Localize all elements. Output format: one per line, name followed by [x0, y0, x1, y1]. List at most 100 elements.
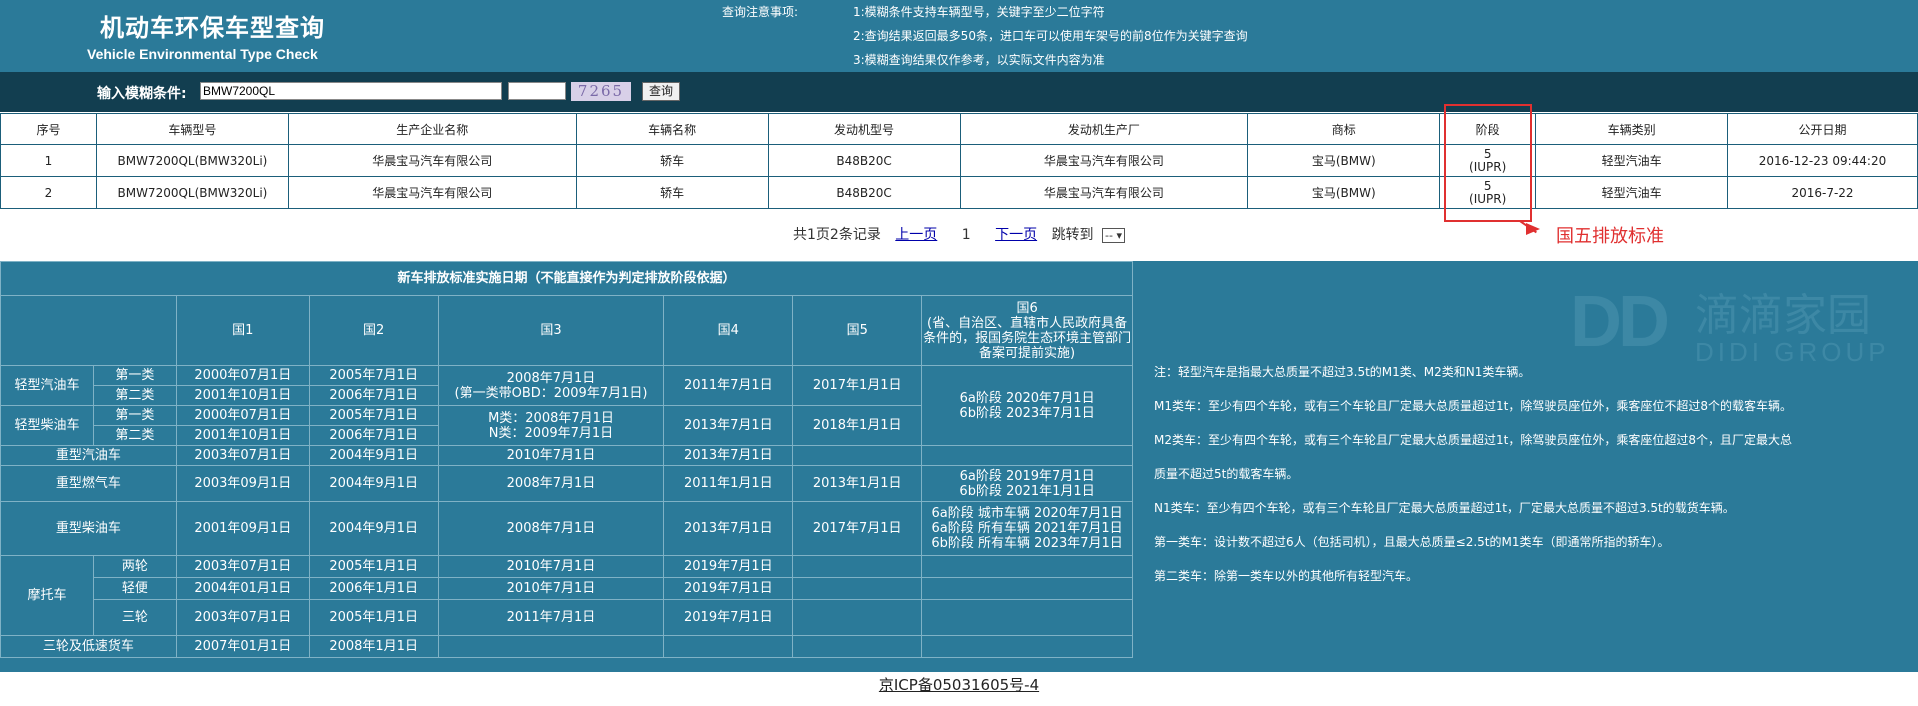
std-cell: [792, 599, 923, 636]
cell-engine-model: B48B20C: [767, 144, 961, 177]
results-header-row: 序号 车辆型号 生产企业名称 车辆名称 发动机型号 发动机生产厂 商标 阶段 车…: [0, 113, 1918, 145]
std-col-guo3: 国3: [437, 295, 665, 366]
std-cell-line: 6a阶段 所有车辆 2021年7月1日: [931, 521, 1123, 536]
site-subtitle: Vehicle Environmental Type Check: [87, 46, 318, 62]
std-cell-light-guo6: 6a阶段 2020年7月1日 6b阶段 2023年7月1日: [921, 365, 1133, 446]
class-2-label: 第二类: [92, 385, 177, 406]
std-cell-line: M类：2008年7月1日: [488, 410, 614, 426]
std-cell: 2005年1月1日: [308, 555, 439, 578]
std-cell-line: N类：2009年7月1日: [488, 425, 614, 441]
note-2: 2:查询结果返回最多50条，进口车可以使用车架号的前8位作为关键字查询: [853, 29, 1248, 43]
table-row[interactable]: 2 BMW7200QL(BMW320Li) 华晨宝马汽车有限公司 轿车 B48B…: [0, 176, 1918, 209]
std-cell: 6a阶段 城市车辆 2020年7月1日 6a阶段 所有车辆 2021年7月1日 6b…: [921, 501, 1133, 556]
jump-page-select[interactable]: -- ▾: [1102, 228, 1125, 243]
std-cell: M类：2008年7月1日 N类：2009年7月1日: [437, 405, 665, 446]
std-cell: 2005年7月1日: [308, 405, 439, 426]
col-header-category: 车辆类别: [1535, 113, 1729, 145]
standards-title: 新车排放标准实施日期（不能直接作为判定排放阶段依据）: [0, 261, 1133, 296]
std-cell: 2019年7月1日: [663, 555, 794, 578]
table-row[interactable]: 1 BMW7200QL(BMW320Li) 华晨宝马汽车有限公司 轿车 B48B…: [0, 144, 1918, 177]
std-cell: [921, 599, 1133, 636]
note-line: N1类车：至少有四个车轮，或有三个车轮且厂定最大总质量超过1t，厂定最大总质量不…: [1154, 501, 1735, 515]
annotation-text: 国五排放标准: [1556, 226, 1664, 247]
note-line: 质量不超过5t的载客车辆。: [1154, 467, 1299, 481]
std-cell: 2000年07月1日: [175, 365, 310, 386]
col-header-vehicle-name: 车辆名称: [575, 113, 769, 145]
prev-page-link[interactable]: 上一页: [895, 227, 937, 243]
icp-link[interactable]: 京ICP备05031605号-4: [879, 676, 1039, 694]
std-cell-line: 6b阶段 2021年1月1日: [959, 483, 1095, 499]
col-header-index: 序号: [0, 113, 97, 145]
next-page-link[interactable]: 下一页: [995, 227, 1037, 243]
pager-summary: 共1页2条记录: [793, 227, 881, 243]
row-label-heavy-diesel: 重型柴油车: [0, 501, 177, 556]
row-label-light-diesel: 轻型柴油车: [0, 405, 94, 446]
std-cell: 2003年07月1日: [175, 599, 310, 636]
std-cell: 2010年7月1日: [437, 555, 665, 578]
moto-type-label: 轻便: [92, 577, 177, 600]
std-cell: [437, 635, 665, 658]
std-cell: 2007年01月1日: [175, 635, 310, 658]
row-label-tricycle: 三轮及低速货车: [0, 635, 177, 658]
watermark-text-cn: 滴滴家园: [1695, 290, 1871, 341]
col-header-brand: 商标: [1247, 113, 1441, 145]
std-cell: [921, 635, 1133, 658]
captcha-input[interactable]: [508, 82, 566, 100]
col-header-engine-model: 发动机型号: [767, 113, 961, 145]
col-header-model: 车辆型号: [95, 113, 289, 145]
std-cell: 2011年7月1日: [437, 599, 665, 636]
query-button[interactable]: 查询: [642, 82, 680, 101]
std-cell: [792, 577, 923, 600]
row-label-heavy-gas: 重型汽油车: [0, 445, 177, 466]
std-cell: 2004年9月1日: [308, 445, 439, 466]
col-header-date: 公开日期: [1727, 113, 1918, 145]
guo6-note-2: 条件的，报国务院生态环境主管部门: [923, 330, 1132, 346]
vehicle-class-notes: 注：轻型汽车是指最大总质量不超过3.5t的M1类、M2类和N1类车辆。 M1类车…: [1154, 355, 1894, 593]
search-label: 输入模糊条件:: [97, 86, 187, 102]
std-cell: 2004年9月1日: [308, 501, 439, 556]
cell-vehicle-name: 轿车: [575, 144, 769, 177]
cell-manufacturer: 华晨宝马汽车有限公司: [287, 144, 577, 177]
watermark-logo: DD: [1570, 282, 1670, 362]
std-cell-line: (第一类带OBD：2009年7月1日): [454, 385, 648, 401]
std-cell: 2019年7月1日: [663, 577, 794, 600]
std-cell: [921, 555, 1133, 578]
search-input[interactable]: [200, 82, 502, 100]
std-cell: [663, 635, 794, 658]
std-cell: 2013年1月1日: [792, 465, 923, 502]
std-cell: 6a阶段 2019年7月1日 6b阶段 2021年1月1日: [921, 465, 1133, 502]
std-cell: [792, 635, 923, 658]
annotation-arrow-icon: [1526, 223, 1540, 235]
results-table: 序号 车辆型号 生产企业名称 车辆名称 发动机型号 发动机生产厂 商标 阶段 车…: [0, 113, 1918, 209]
moto-type-label: 三轮: [92, 599, 177, 636]
row-label-heavy-cng: 重型燃气车: [0, 465, 177, 502]
cell-index: 2: [0, 176, 97, 209]
cell-brand: 宝马(BMW): [1247, 176, 1441, 209]
cell-category: 轻型汽油车: [1535, 144, 1729, 177]
std-cell: 2000年07月1日: [175, 405, 310, 426]
std-cell: 2019年7月1日: [663, 599, 794, 636]
guo6-label: 国6: [1016, 300, 1038, 316]
notes-title: 查询注意事项:: [722, 5, 799, 19]
std-cell: 2018年1月1日: [792, 405, 923, 446]
cell-date: 2016-7-22: [1727, 176, 1918, 209]
captcha-image[interactable]: 7265: [571, 82, 631, 101]
std-cell: 2003年07月1日: [175, 555, 310, 578]
std-cell: [792, 445, 923, 466]
std-cell: 2010年7月1日: [437, 445, 665, 466]
guo6-note-3: 备案可提前实施): [979, 345, 1076, 361]
std-cell: [792, 555, 923, 578]
std-cell: 2005年1月1日: [308, 599, 439, 636]
current-page: 1: [961, 227, 971, 243]
note-line: M2类车：至少有四个车轮，或有三个车轮且厂定最大总质量超过1t，除驾驶员座位外，…: [1154, 433, 1792, 447]
cell-engine-maker: 华晨宝马汽车有限公司: [959, 176, 1249, 209]
cell-vehicle-name: 轿车: [575, 176, 769, 209]
note-1: 1:模糊条件支持车辆型号，关键字至少二位字符: [853, 5, 1105, 19]
std-cell: 2004年9月1日: [308, 465, 439, 502]
row-label-moto: 摩托车: [0, 555, 94, 636]
std-cell: 2001年10月1日: [175, 425, 310, 446]
std-cell: 2008年7月1日: [437, 465, 665, 502]
cell-model: BMW7200QL(BMW320Li): [95, 176, 289, 209]
std-cell: 2008年1月1日: [308, 635, 439, 658]
std-cell: 2003年09月1日: [175, 465, 310, 502]
